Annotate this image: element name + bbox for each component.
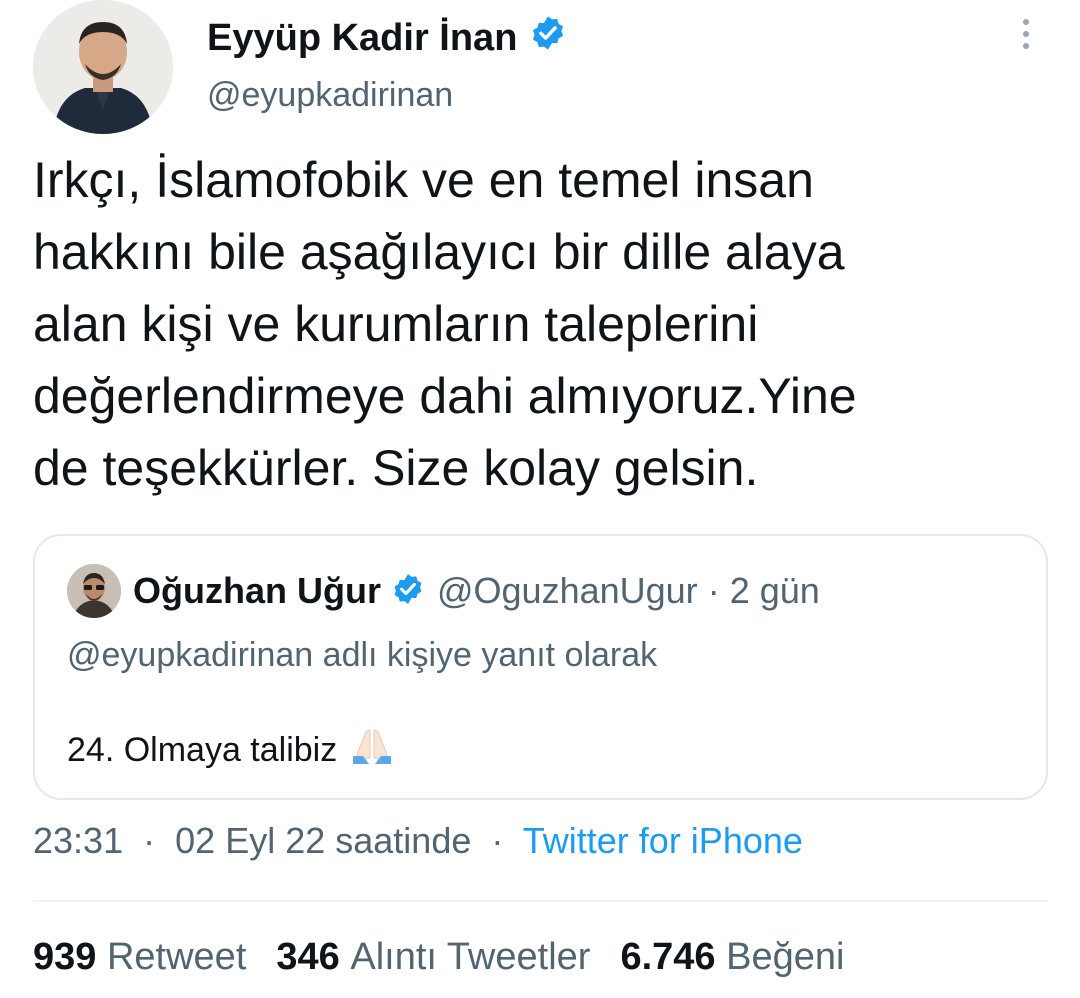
more-options-icon[interactable] <box>1010 14 1042 54</box>
meta-separator: · <box>143 820 156 861</box>
quoted-tweet-header: Oğuzhan Uğur @OguzhanUgur · 2 gün <box>67 564 820 618</box>
likes-count: 6.746 <box>620 936 727 978</box>
likes-stat[interactable]: 6.746 Beğeni <box>620 936 844 979</box>
meta-separator-2: · <box>491 820 504 861</box>
quoted-tweet-text-content: 24. Olmaya talibiz <box>67 731 338 769</box>
retweets-stat[interactable]: 939 Retweet <box>33 936 246 979</box>
folded-hands-icon <box>349 726 395 775</box>
tweet-stats: 939 Retweet 346 Alıntı Tweetler 6.746 Be… <box>33 936 874 979</box>
likes-label: Beğeni <box>726 936 845 978</box>
divider <box>33 900 1048 902</box>
quoted-reply-context: @eyupkadirinan adlı kişiye yanıt olarak <box>67 636 658 674</box>
author-name-text: Eyyüp Kadir İnan <box>207 16 518 59</box>
tweet-source-link[interactable]: Twitter for iPhone <box>523 820 803 861</box>
retweets-label: Retweet <box>106 936 247 978</box>
author-name[interactable]: Eyyüp Kadir İnan <box>207 14 567 62</box>
quoted-tweet-time: 2 gün <box>729 570 820 611</box>
tweet-timestamp: 23:31 · 02 Eyl 22 saatinde · Twitter for… <box>33 820 803 862</box>
quoted-meta-separator: · <box>707 570 720 611</box>
quoted-author-avatar <box>67 564 121 618</box>
tweet-time[interactable]: 23:31 <box>33 820 123 861</box>
tweet-text: Irkçı, İslamofobik ve en temel insan hak… <box>33 152 857 496</box>
quoted-verified-badge-icon <box>391 572 425 611</box>
quoted-tweet-card[interactable]: Oğuzhan Uğur @OguzhanUgur · 2 gün @eyupk… <box>33 534 1048 800</box>
author-handle[interactable]: @eyupkadirinan <box>207 76 453 115</box>
tweet-date[interactable]: 02 Eyl 22 saatinde <box>175 820 471 861</box>
quotes-stat[interactable]: 346 Alıntı Tweetler <box>276 936 590 979</box>
quotes-count: 346 <box>276 936 351 978</box>
quotes-label: Alıntı Tweetler <box>350 936 591 978</box>
quoted-tweet-text: 24. Olmaya talibiz <box>67 726 395 775</box>
retweets-count: 939 <box>33 936 107 978</box>
quoted-author-name: Oğuzhan Uğur <box>133 570 381 611</box>
quoted-author-handle: @OguzhanUgur <box>436 570 698 611</box>
author-avatar-image <box>33 0 173 134</box>
verified-badge-icon <box>529 14 567 62</box>
author-avatar[interactable] <box>33 0 173 134</box>
